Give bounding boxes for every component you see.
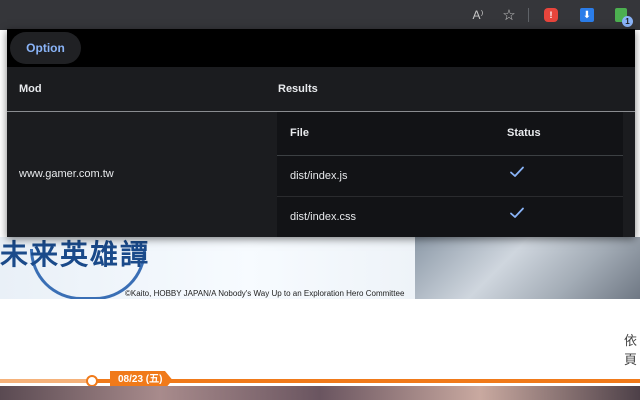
- read-aloud-icon[interactable]: A⁾: [469, 6, 487, 24]
- file-cell: dist/index.js: [290, 170, 348, 182]
- page-side-text: 依頁: [624, 333, 638, 367]
- toolbar-divider: [528, 8, 529, 22]
- column-header-mod: Mod: [19, 83, 42, 95]
- column-header-results: Results: [278, 83, 318, 95]
- timeline-bar-past: [0, 379, 90, 383]
- bookmark-star-icon[interactable]: ☆: [500, 6, 518, 24]
- thumbnail-strip[interactable]: [0, 386, 640, 400]
- shield-badge: !: [544, 8, 558, 22]
- banner-copyright: ©Kaito, HOBBY JAPAN/A Nobody's Way Up to…: [125, 289, 405, 298]
- results-header-row: File Status: [277, 112, 623, 156]
- download-arrow-icon: ⬇: [580, 8, 594, 22]
- mod-extension-glyph: 1: [615, 8, 633, 27]
- table-row: dist/index.js: [277, 156, 623, 197]
- mod-extension-icon[interactable]: 1: [612, 6, 633, 27]
- check-icon: [510, 166, 524, 177]
- file-cell: dist/index.css: [290, 211, 357, 223]
- check-icon: [510, 207, 524, 218]
- mod-extension-badge: 1: [622, 16, 633, 27]
- banner-artwork[interactable]: [415, 237, 640, 299]
- table-row: dist/index.css: [277, 197, 623, 237]
- option-button[interactable]: Option: [10, 32, 81, 64]
- table-header-row: Mod Results: [7, 67, 635, 112]
- column-header-status: Status: [507, 127, 541, 139]
- page-banner[interactable]: 未来英雄譚 ©Kaito, HOBBY JAPAN/A Nobody's Way…: [0, 237, 415, 299]
- browser-toolbar: A⁾ ☆ ! ⬇ 1: [0, 0, 640, 30]
- popup-header: Option: [7, 29, 635, 67]
- extension-popup: Option Mod Results www.gamer.com.tw File…: [7, 29, 635, 237]
- download-extension-icon[interactable]: ⬇: [578, 6, 596, 24]
- results-table: File Status dist/index.js dist/index.css: [277, 112, 623, 237]
- shield-extension-icon[interactable]: !: [542, 6, 560, 24]
- banner-title: 未来英雄譚: [0, 238, 151, 271]
- mod-cell: www.gamer.com.tw: [19, 168, 114, 180]
- column-header-file: File: [290, 127, 309, 139]
